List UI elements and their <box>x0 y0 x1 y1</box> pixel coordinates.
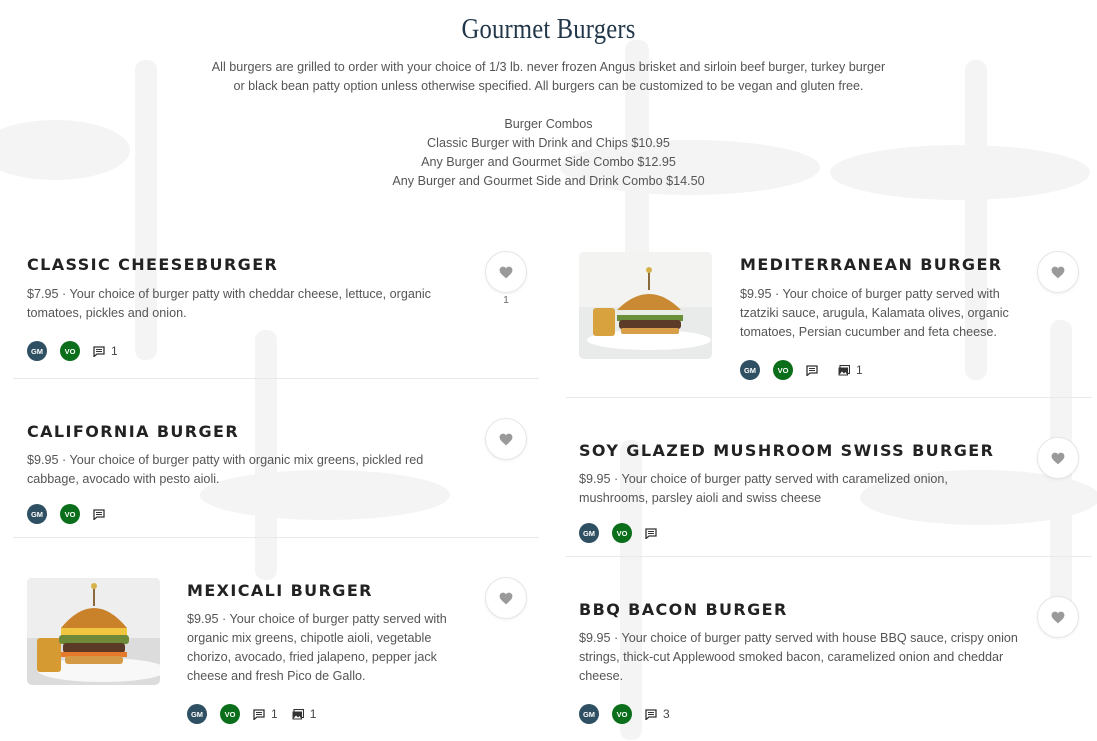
favorite-button[interactable] <box>1037 437 1079 479</box>
favorite-count: 1 <box>503 295 509 306</box>
heart-icon <box>499 433 513 445</box>
vo-badge[interactable]: VO <box>220 704 240 724</box>
favorite-button[interactable] <box>1037 251 1079 293</box>
item-tags: GM VO 1 1 <box>187 703 330 725</box>
vo-badge[interactable]: VO <box>612 704 632 724</box>
item-name[interactable]: Mexicali Burger <box>187 581 373 600</box>
item-description: $9.95 · Your choice of burger patty serv… <box>740 287 1009 339</box>
comment-icon <box>806 364 818 376</box>
vo-badge[interactable]: VO <box>60 504 80 524</box>
comment-icon <box>93 508 105 520</box>
menu-page: Gourmet Burgers All burgers are grilled … <box>0 0 1097 741</box>
heart-icon <box>1051 266 1065 278</box>
favorite-button[interactable] <box>485 251 527 293</box>
gm-badge[interactable]: GM <box>740 360 760 380</box>
item-name[interactable]: Soy Glazed Mushroom Swiss Burger <box>579 441 994 460</box>
item-description: $9.95 · Your choice of burger patty serv… <box>579 472 948 505</box>
item-tags: GM VO 3 <box>579 703 684 725</box>
item-photo[interactable] <box>27 578 160 685</box>
section-intro: All burgers are grilled to order with yo… <box>211 60 886 93</box>
item-tags: GM VO 1 <box>740 359 877 381</box>
comment-icon <box>645 527 657 539</box>
item-divider <box>13 537 539 538</box>
item-description: $9.95 · Your choice of burger patty serv… <box>187 612 447 683</box>
heart-icon <box>499 266 513 278</box>
item-tags: GM VO 1 <box>27 340 132 362</box>
section-title: Gourmet Burgers <box>461 14 636 45</box>
item-photo[interactable] <box>579 252 712 359</box>
favorite-button[interactable] <box>1037 596 1079 638</box>
item-divider <box>13 378 539 379</box>
comments-link[interactable]: 1 <box>93 344 118 358</box>
comments-count: 1 <box>271 707 278 721</box>
item-divider <box>566 397 1092 398</box>
comments-link[interactable] <box>645 527 663 539</box>
gm-badge[interactable]: GM <box>187 704 207 724</box>
comments-link[interactable]: 3 <box>645 707 670 721</box>
comment-icon <box>645 708 657 720</box>
item-divider <box>566 556 1092 557</box>
photos-link[interactable]: 1 <box>292 707 317 721</box>
vo-badge[interactable]: VO <box>60 341 80 361</box>
item-description: $7.95 · Your choice of burger patty with… <box>27 287 431 320</box>
item-name[interactable]: Classic Cheeseburger <box>27 255 278 274</box>
gm-badge[interactable]: GM <box>27 504 47 524</box>
gm-badge[interactable]: GM <box>27 341 47 361</box>
item-name[interactable]: California Burger <box>27 422 239 441</box>
vo-badge[interactable]: VO <box>773 360 793 380</box>
photo-icon <box>838 364 850 375</box>
photos-link[interactable]: 1 <box>838 363 863 377</box>
item-description: $9.95 · Your choice of burger patty with… <box>27 453 424 486</box>
item-description: $9.95 · Your choice of burger patty serv… <box>579 631 1018 683</box>
item-name[interactable]: Mediterranean Burger <box>740 255 1003 274</box>
favorite-button[interactable] <box>485 577 527 619</box>
comments-link[interactable] <box>93 508 111 520</box>
comments-count: 1 <box>111 344 118 358</box>
item-name[interactable]: BBQ Bacon Burger <box>579 600 788 619</box>
comments-link[interactable] <box>806 364 824 376</box>
comments-link[interactable]: 1 <box>253 707 278 721</box>
combos-list: Burger Combos Classic Burger with Drink … <box>0 115 1097 191</box>
gm-badge[interactable]: GM <box>579 704 599 724</box>
comment-icon <box>93 345 105 357</box>
heart-icon <box>1051 452 1065 464</box>
item-tags: GM VO <box>579 522 677 544</box>
vo-badge[interactable]: VO <box>612 523 632 543</box>
photos-count: 1 <box>309 707 317 721</box>
heart-icon <box>499 592 513 604</box>
section-header: Gourmet Burgers All burgers are grilled … <box>0 14 1097 191</box>
comment-icon <box>253 708 265 720</box>
combo-line: Any Burger and Gourmet Side Combo $12.95 <box>421 155 676 169</box>
combo-line: Classic Burger with Drink and Chips $10.… <box>427 136 670 150</box>
combo-line: Any Burger and Gourmet Side and Drink Co… <box>392 174 705 188</box>
photo-icon <box>292 708 304 719</box>
gm-badge[interactable]: GM <box>579 523 599 543</box>
comments-count: 3 <box>663 707 670 721</box>
favorite-button[interactable] <box>485 418 527 460</box>
item-tags: GM VO <box>27 503 125 525</box>
combos-heading: Burger Combos <box>504 117 593 131</box>
heart-icon <box>1051 611 1065 623</box>
photos-count: 1 <box>856 363 863 377</box>
